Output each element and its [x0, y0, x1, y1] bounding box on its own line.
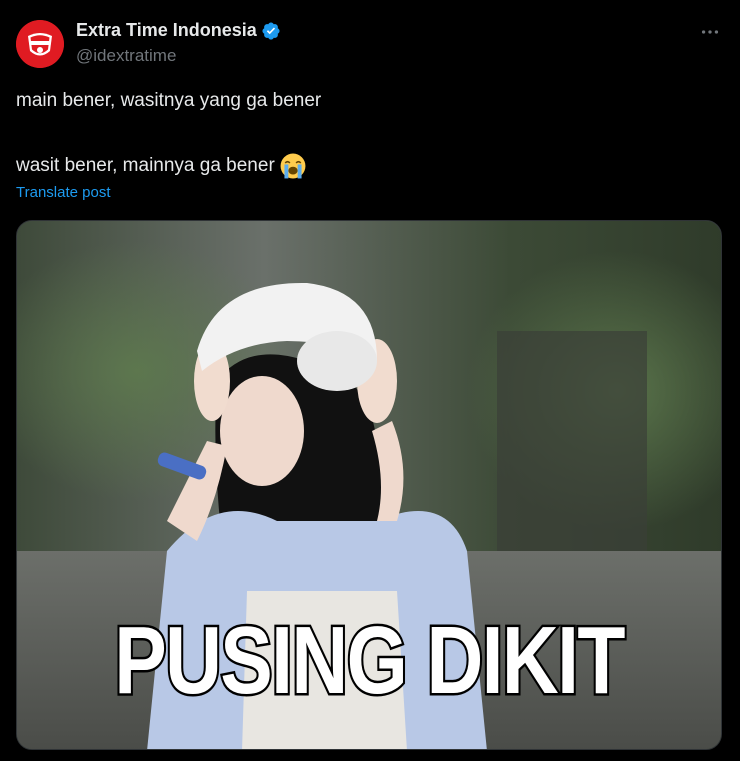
post-text-line-1: main bener, wasitnya yang ga bener [16, 90, 322, 111]
translate-post-link[interactable]: Translate post [16, 184, 111, 201]
author-name-row: Extra Time Indonesia [76, 20, 281, 41]
extra-time-logo-icon [16, 20, 64, 68]
post-media-image[interactable]: PUSING DIKIT [16, 220, 722, 750]
author-display-name[interactable]: Extra Time Indonesia [76, 20, 257, 41]
author-handle[interactable]: @idextratime [76, 46, 176, 66]
post-text-line-2: wasit bener, mainnya ga bener [16, 152, 307, 180]
author-avatar[interactable] [16, 20, 64, 68]
more-options-button[interactable] [696, 18, 724, 46]
post-text-line-2-text: wasit bener, mainnya ga bener [16, 155, 275, 176]
verified-badge-icon [262, 21, 280, 40]
more-horizontal-icon [701, 30, 719, 34]
loudly-crying-face-emoji [280, 153, 306, 179]
meme-caption: PUSING DIKIT [112, 607, 627, 714]
